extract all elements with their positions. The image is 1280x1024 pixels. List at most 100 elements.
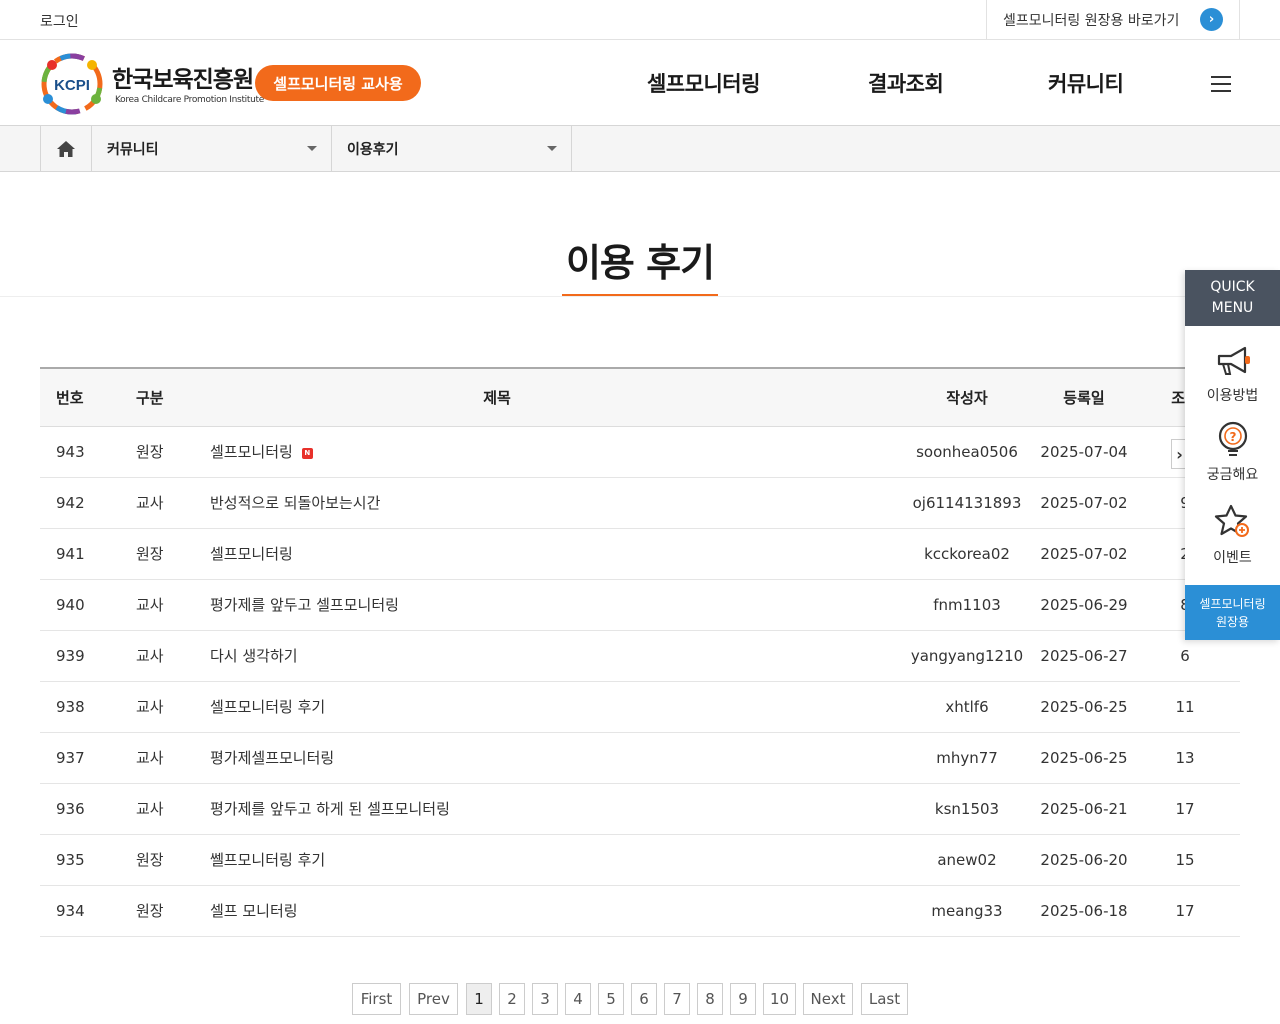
row-category: 교사 (136, 749, 164, 767)
quick-menu: QUICK MENU 이용방법 ? 궁금해요 이벤트 셀프모니터링 원장용 (1185, 270, 1280, 640)
table-header-row: 번호 구분 제목 작성자 등록일 조회 (40, 368, 1240, 426)
row-author: soonhea0506 (916, 442, 1018, 461)
teacher-mode-badge[interactable]: 셀프모니터링 교사용 (255, 65, 421, 101)
page-number-button[interactable]: 6 (631, 983, 657, 1015)
quick-item-event[interactable]: 이벤트 (1185, 503, 1280, 567)
page-number-button[interactable]: 10 (763, 983, 796, 1015)
row-date: 2025-06-20 (1040, 850, 1128, 869)
row-title-cell: 셀프모니터링 후기 (210, 681, 870, 732)
row-title-link[interactable]: 다시 생각하기 (210, 647, 298, 665)
row-title-link[interactable]: 쎌프모니터링 후기 (210, 851, 325, 869)
quick-menu-title-line1: QUICK (1210, 279, 1255, 295)
table-row[interactable]: 936 교사 평가제를 앞두고 하게 된 셀프모니터링 ksn1503 2025-06-… (40, 783, 1240, 834)
table-row[interactable]: 934 원장 셀프 모니터링 meang33 2025-06-18 17 (40, 885, 1240, 936)
row-date: 2025-06-21 (1040, 799, 1128, 818)
table-row[interactable]: 937 교사 평가제셀프모니터링 mhyn77 2025-06-25 13 (40, 732, 1240, 783)
page-number-button[interactable]: 4 (565, 983, 591, 1015)
quick-menu-title-line2: MENU (1211, 300, 1254, 316)
header-num: 번호 (56, 388, 84, 407)
row-date: 2025-06-29 (1040, 595, 1128, 614)
page-title: 이용 후기 (565, 241, 715, 285)
row-category: 교사 (136, 494, 164, 512)
row-title-cell: 쎌프모니터링 후기 (210, 834, 870, 885)
depth1-select[interactable]: 커뮤니티 (92, 126, 332, 171)
row-title-link[interactable]: 셀프모니터링 (210, 545, 293, 563)
depth1-label: 커뮤니티 (107, 141, 159, 158)
header-author: 작성자 (946, 388, 988, 407)
table-row[interactable]: 939 교사 다시 생각하기 yangyang1210 2025-06-27 6 (40, 630, 1240, 681)
hamburger-menu-icon[interactable] (1211, 76, 1231, 92)
arrow-right-circle-icon: › (1200, 8, 1223, 31)
row-title-cell: 평가제를 앞두고 셀프모니터링 (210, 579, 870, 630)
quick-item-how-to-use[interactable]: 이용방법 (1185, 343, 1280, 405)
login-link[interactable]: 로그인 (40, 11, 79, 31)
row-title-link[interactable]: 반성적으로 되돌아보는시간 (210, 494, 380, 512)
top-utility-bar: 로그인 셀프모니터링 원장용 바로가기 › (0, 0, 1280, 40)
row-author: meang33 (931, 901, 1003, 920)
row-num: 939 (56, 646, 85, 665)
page-first-button[interactable]: First (352, 983, 401, 1015)
nav-community[interactable]: 커뮤니티 (1048, 68, 1124, 98)
row-title-link[interactable]: 평가제셀프모니터링 (210, 749, 334, 767)
page-next-button[interactable]: Next (803, 983, 853, 1015)
nav-results[interactable]: 결과조회 (868, 68, 944, 98)
row-views: 17 (1175, 799, 1195, 818)
row-title-link[interactable]: 평가제를 앞두고 셀프모니터링 (210, 596, 399, 614)
caret-down-icon (307, 146, 317, 151)
quick-item-label: 이용방법 (1206, 388, 1259, 404)
row-title-cell: 다시 생각하기 (210, 630, 870, 681)
page-number-button[interactable]: 1 (466, 983, 492, 1015)
kcpi-logo[interactable]: KCPI 한국보육진흥원 Korea Childcare Promotion I… (38, 51, 264, 117)
page-number-button[interactable]: 3 (532, 983, 558, 1015)
page-number-button[interactable]: 8 (697, 983, 723, 1015)
page-prev-button[interactable]: Prev (409, 983, 458, 1015)
table-row[interactable]: 935 원장 쎌프모니터링 후기 anew02 2025-06-20 15 (40, 834, 1240, 885)
site-header: KCPI 한국보육진흥원 Korea Childcare Promotion I… (0, 40, 1280, 126)
row-title-link[interactable]: 평가제를 앞두고 하게 된 셀프모니터링 (210, 800, 450, 818)
page-number-button[interactable]: 5 (598, 983, 624, 1015)
row-date: 2025-06-25 (1040, 697, 1128, 716)
row-title-cell: 반성적으로 되돌아보는시간 (210, 477, 870, 528)
review-board-table: 번호 구분 제목 작성자 등록일 조회 943원장셀프모니터링Nsoonhea0… (40, 367, 1240, 937)
row-num: 938 (56, 697, 85, 716)
row-author: yangyang1210 (910, 646, 1024, 665)
megaphone-icon (1217, 346, 1250, 375)
row-date: 2025-07-04 (1040, 442, 1128, 461)
row-views: 17 (1175, 901, 1195, 920)
nav-self-monitoring[interactable]: 셀프모니터링 (647, 68, 760, 98)
header-title: 제목 (483, 388, 511, 407)
title-divider (0, 296, 1280, 297)
row-date: 2025-07-02 (1040, 544, 1128, 563)
table-row[interactable]: 941원장셀프모니터링kcckorea022025-07-022 (40, 528, 1240, 579)
table-row[interactable]: 942 교사 반성적으로 되돌아보는시간 oj6114131893 2025-07-02… (40, 477, 1240, 528)
row-title-cell: 평가제를 앞두고 하게 된 셀프모니터링 (210, 783, 870, 834)
home-button[interactable] (40, 126, 92, 171)
table-row[interactable]: 938 교사 셀프모니터링 후기 xhtlf6 2025-06-25 11 (40, 681, 1240, 732)
page-number-button[interactable]: 9 (730, 983, 756, 1015)
quick-director-line2: 원장용 (1215, 614, 1250, 629)
row-title-link[interactable]: 셀프 모니터링 (210, 902, 298, 920)
header-category: 구분 (136, 388, 164, 407)
page-number-button[interactable]: 2 (499, 983, 525, 1015)
quick-director-link[interactable]: 셀프모니터링 원장용 (1185, 585, 1280, 640)
kcpi-logo-icon: KCPI (41, 53, 103, 115)
row-author: ksn1503 (934, 799, 1000, 818)
row-author: fnm1103 (933, 595, 1001, 614)
row-category: 교사 (136, 698, 164, 716)
row-num: 941 (56, 544, 85, 563)
logo-mark-text: KCPI (54, 77, 90, 94)
quick-item-faq[interactable]: ? 궁금해요 (1185, 420, 1280, 484)
row-author: kcckorea02 (924, 544, 1010, 563)
depth2-select[interactable]: 이용후기 (332, 126, 572, 171)
table-row[interactable]: 940교사평가제를 앞두고 셀프모니터링fnm11032025-06-298 (40, 579, 1240, 630)
director-shortcut-link[interactable]: 셀프모니터링 원장용 바로가기 › (986, 0, 1240, 40)
question-bulb-icon: ? (1218, 421, 1247, 456)
star-badge-icon (1214, 504, 1249, 537)
row-title-link[interactable]: 셀프모니터링 후기 (210, 698, 325, 716)
row-title-link[interactable]: 셀프모니터링 (210, 443, 293, 461)
row-num: 936 (56, 799, 85, 818)
page-last-button[interactable]: Last (861, 983, 908, 1015)
row-num: 942 (56, 493, 85, 512)
page-number-button[interactable]: 7 (664, 983, 690, 1015)
table-row[interactable]: 943 원장 셀프모니터링 Nsoonhea0506 2025-07-04 (40, 426, 1240, 477)
